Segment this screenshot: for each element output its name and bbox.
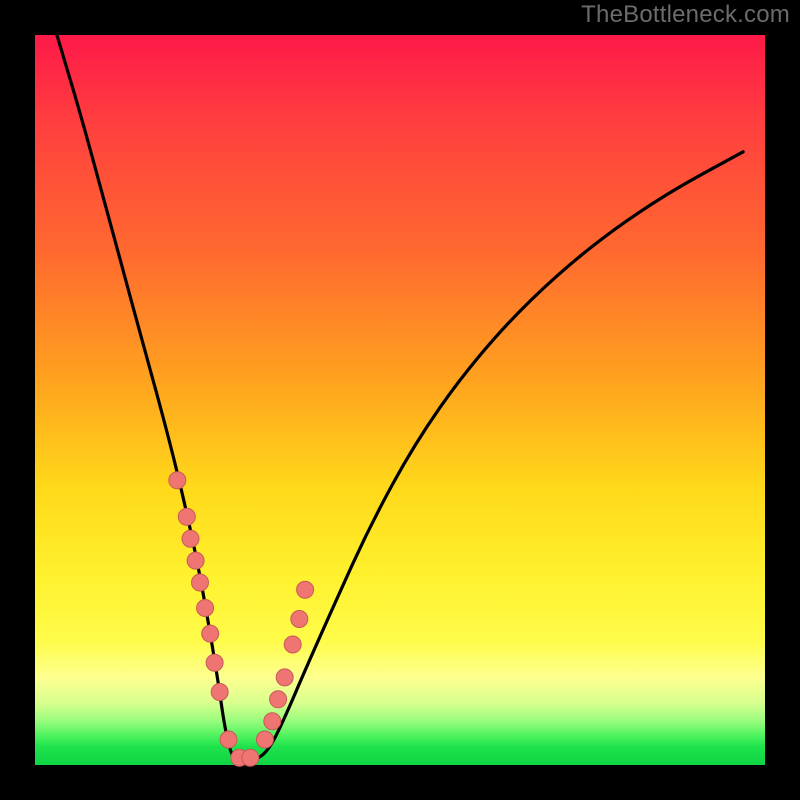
plot-area [35,35,765,765]
data-marker [220,731,237,748]
marker-group [169,472,314,766]
data-marker [264,713,281,730]
bottleneck-curve [57,35,743,761]
data-marker [284,636,301,653]
data-marker [187,552,204,569]
data-marker [242,749,259,766]
watermark-text: TheBottleneck.com [581,1,790,29]
data-marker [169,472,186,489]
data-marker [270,691,287,708]
chart-svg [35,35,765,765]
data-marker [297,581,314,598]
data-marker [192,574,209,591]
outer-frame: TheBottleneck.com [0,0,800,800]
data-marker [206,654,223,671]
data-marker [197,600,214,617]
data-marker [178,508,195,525]
data-marker [202,625,219,642]
data-marker [182,530,199,547]
data-marker [291,611,308,628]
data-marker [211,684,228,701]
data-marker [276,669,293,686]
data-marker [256,731,273,748]
